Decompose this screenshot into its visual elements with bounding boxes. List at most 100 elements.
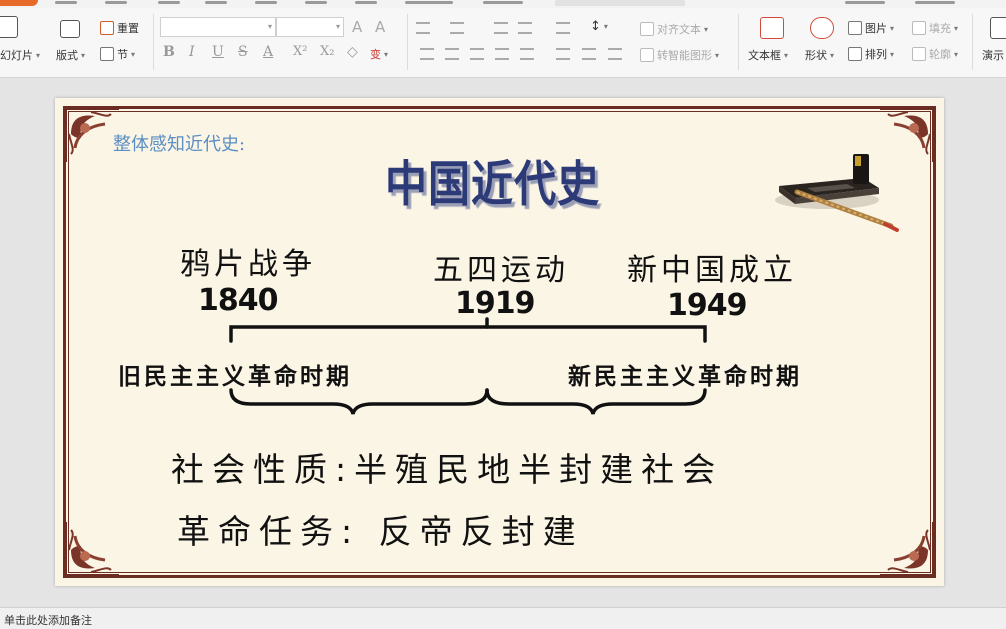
- increase-indent-icon[interactable]: [518, 22, 532, 34]
- section-button[interactable]: 节 ▾: [100, 46, 135, 62]
- revolution-task-text[interactable]: 革命任务: 反帝反封建: [177, 505, 584, 553]
- columns-icon[interactable]: [608, 48, 622, 60]
- outline-label: 轮廓: [929, 48, 951, 61]
- text-direction-icon[interactable]: [556, 22, 570, 34]
- notes-pane[interactable]: 单击此处添加备注: [0, 607, 1006, 629]
- shrink-font-button[interactable]: A: [375, 18, 385, 36]
- arrange-icon: [848, 47, 862, 61]
- chevron-down-icon: ▾: [267, 22, 272, 31]
- arrange-label: 排列: [865, 48, 887, 61]
- chevron-down-icon: ▾: [954, 49, 959, 59]
- align-text-icon: [640, 22, 654, 36]
- shape-button[interactable]: 形状 ▾: [805, 47, 834, 63]
- textbox-button[interactable]: 文本框 ▾: [748, 47, 788, 63]
- line-spacing-icon[interactable]: [556, 48, 570, 60]
- chevron-down-icon: ▾: [704, 24, 709, 34]
- grow-font-button[interactable]: A: [352, 18, 362, 36]
- arrange-button[interactable]: 排列 ▾: [848, 46, 894, 62]
- picture-button[interactable]: 图片 ▾: [848, 20, 894, 36]
- tab-tools[interactable]: [483, 1, 523, 4]
- new-slide-icon[interactable]: [0, 16, 18, 38]
- social-nature-text[interactable]: 社会性质:半殖民地半封建社会: [171, 443, 723, 491]
- chevron-down-icon: ▾: [81, 50, 86, 60]
- number-list-icon[interactable]: [450, 22, 464, 34]
- present-icon[interactable]: [990, 17, 1006, 39]
- chevron-down-icon: ▾: [890, 23, 895, 33]
- notes-placeholder[interactable]: 单击此处添加备注: [4, 612, 92, 628]
- fill-button[interactable]: 填充 ▾: [912, 20, 958, 36]
- fill-label: 填充: [929, 22, 951, 35]
- font-name-select[interactable]: ▾: [160, 17, 276, 37]
- distribute-icon[interactable]: [520, 48, 534, 60]
- superscript-button[interactable]: X²: [293, 44, 307, 59]
- outline-button[interactable]: 轮廓 ▾: [912, 46, 958, 62]
- tab-insert[interactable]: [105, 1, 127, 4]
- search-box[interactable]: [555, 0, 685, 6]
- period-label[interactable]: 旧民主主义革命时期: [118, 357, 352, 391]
- chevron-down-icon: ▾: [890, 49, 895, 59]
- tab-view[interactable]: [405, 1, 453, 4]
- chevron-down-icon: ▾: [954, 23, 959, 33]
- font-color-button[interactable]: A: [263, 44, 273, 60]
- section-icon: [100, 47, 114, 61]
- share-button[interactable]: [915, 1, 955, 4]
- bold-button[interactable]: B: [163, 44, 175, 60]
- tab-slideshow[interactable]: [305, 1, 327, 4]
- divider: [738, 14, 739, 70]
- tab-design[interactable]: [158, 1, 180, 4]
- fill-icon: [912, 21, 926, 35]
- smartart-icon: [640, 48, 654, 62]
- section-label: 节: [117, 48, 128, 61]
- font-size-select[interactable]: ▾: [276, 17, 344, 37]
- layout-icon[interactable]: [60, 20, 80, 38]
- strikethrough-button[interactable]: S: [238, 44, 248, 60]
- present-label: 演示: [982, 49, 1004, 62]
- tab-start[interactable]: [55, 1, 77, 4]
- textbox-label: 文本框: [748, 49, 781, 62]
- decrease-indent-icon[interactable]: [494, 22, 508, 34]
- align-center-icon[interactable]: [445, 48, 459, 60]
- sort-icon[interactable]: ↕ ▾: [590, 19, 608, 34]
- smartart-label: 转智能图形: [657, 49, 712, 62]
- align-right-icon[interactable]: [470, 48, 484, 60]
- smartart-button[interactable]: 转智能图形 ▾: [640, 47, 719, 63]
- align-text-label: 对齐文本: [657, 23, 701, 36]
- picture-icon: [848, 21, 862, 35]
- reset-icon: [100, 21, 114, 35]
- align-left-icon[interactable]: [420, 48, 434, 60]
- tab-animation[interactable]: [255, 1, 277, 4]
- italic-button[interactable]: I: [189, 44, 195, 60]
- app-menu-button[interactable]: [0, 0, 38, 6]
- underline-button[interactable]: U: [212, 44, 224, 60]
- present-button[interactable]: 演示: [982, 47, 1004, 63]
- clear-format-icon[interactable]: ◇: [347, 44, 358, 60]
- chevron-down-icon: ▾: [36, 50, 41, 60]
- tab-transition[interactable]: [205, 1, 227, 4]
- subscript-button[interactable]: X₂: [320, 44, 334, 59]
- divider: [972, 14, 973, 70]
- align-text-button[interactable]: 对齐文本 ▾: [640, 21, 708, 37]
- pinyin-button[interactable]: 变 ▾: [370, 46, 388, 62]
- slide-canvas[interactable]: 整体感知近代史: 中国近代史 鸦片战争 五四运动 新中国成立 1840 1919…: [55, 98, 944, 586]
- chevron-down-icon: ▾: [603, 22, 608, 31]
- justify-icon[interactable]: [495, 48, 509, 60]
- shrink-font-label: A: [375, 18, 386, 36]
- new-slide-button[interactable]: 幻灯片 ▾: [0, 47, 40, 63]
- divider: [407, 14, 408, 70]
- chevron-down-icon: ▾: [784, 50, 789, 60]
- tab-review[interactable]: [355, 1, 377, 4]
- period-label[interactable]: 新民主主义革命时期: [568, 357, 802, 391]
- chevron-down-icon: ▾: [715, 50, 720, 60]
- timeline-bar: [229, 317, 707, 343]
- chevron-down-icon: ▾: [131, 49, 136, 59]
- para-spacing-icon[interactable]: [582, 48, 596, 60]
- chevron-down-icon: ▾: [335, 22, 340, 31]
- collab-button[interactable]: [845, 1, 885, 4]
- reset-button[interactable]: 重置: [100, 20, 139, 36]
- textbox-icon[interactable]: [760, 17, 784, 39]
- chevron-down-icon: ▾: [830, 50, 835, 60]
- shape-icon[interactable]: [810, 17, 834, 39]
- layout-button[interactable]: 版式 ▾: [56, 47, 85, 63]
- bullet-list-icon[interactable]: [416, 22, 430, 34]
- menu-tab-strip: [0, 0, 1006, 8]
